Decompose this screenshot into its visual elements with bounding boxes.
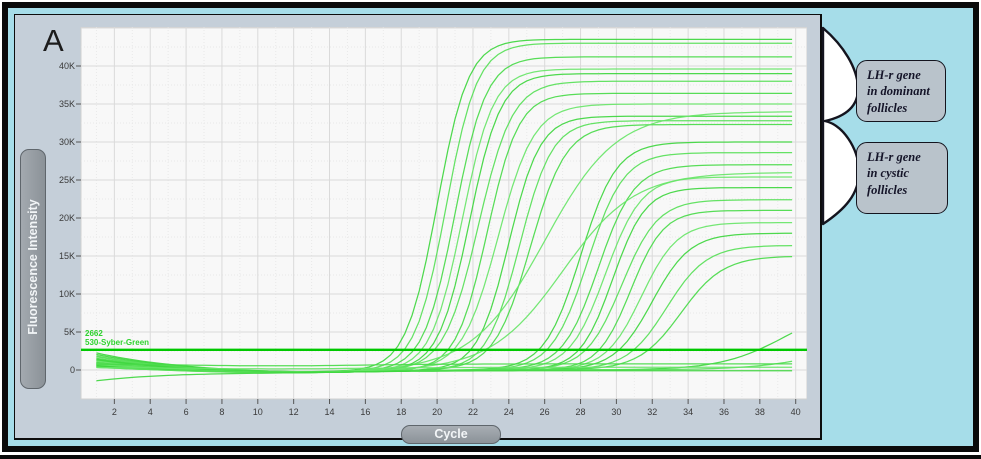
x-tick-label-20: 20: [427, 407, 447, 417]
callout-cystic-follicles: LH-r gene in cystic follicles: [856, 142, 948, 214]
x-tick-label-4: 4: [140, 407, 160, 417]
x-tick-label-36: 36: [714, 407, 734, 417]
x-tick-label-26: 26: [535, 407, 555, 417]
amplification-plot: [67, 27, 807, 407]
y-tick-label-40K: 40K: [47, 61, 75, 71]
threshold-value-label: 2662: [85, 330, 103, 338]
y-tick-label-25K: 25K: [47, 175, 75, 185]
y-tick-label-20K: 20K: [47, 213, 75, 223]
next-panel-top-edge: [0, 455, 981, 459]
callout-dominant-follicles: LH-r gene in dominant follicles: [856, 60, 946, 122]
x-tick-label-40: 40: [786, 407, 806, 417]
x-tick-label-6: 6: [176, 407, 196, 417]
dye-channel-label: 530-Syber-Green: [85, 339, 149, 347]
y-tick-label-15K: 15K: [47, 251, 75, 261]
y-tick-label-0: 0: [47, 365, 75, 375]
x-tick-label-22: 22: [463, 407, 483, 417]
x-tick-label-8: 8: [212, 407, 232, 417]
fluorescence-axis-label: Fluorescence Intensity: [26, 151, 40, 383]
x-tick-label-34: 34: [678, 407, 698, 417]
x-tick-label-2: 2: [104, 407, 124, 417]
cycle-axis-tab: Cycle: [401, 425, 501, 444]
figure-panel-a: A 05K10K15K20K25K30K35K40K 2468101214161…: [0, 0, 981, 459]
x-tick-label-30: 30: [606, 407, 626, 417]
x-tick-label-14: 14: [320, 407, 340, 417]
x-tick-label-10: 10: [248, 407, 268, 417]
y-tick-label-35K: 35K: [47, 99, 75, 109]
x-tick-label-24: 24: [499, 407, 519, 417]
x-tick-label-12: 12: [284, 407, 304, 417]
qpcr-plot-panel: A 05K10K15K20K25K30K35K40K 2468101214161…: [14, 14, 822, 440]
x-tick-label-18: 18: [391, 407, 411, 417]
y-tick-label-5K: 5K: [47, 327, 75, 337]
y-tick-label-10K: 10K: [47, 289, 75, 299]
x-tick-label-32: 32: [642, 407, 662, 417]
y-tick-label-30K: 30K: [47, 137, 75, 147]
fluorescence-axis-tab: Fluorescence Intensity: [20, 149, 46, 389]
x-tick-label-28: 28: [571, 407, 591, 417]
panel-letter-label: A: [43, 23, 65, 59]
outer-frame: A 05K10K15K20K25K30K35K40K 2468101214161…: [2, 2, 979, 452]
x-tick-label-38: 38: [750, 407, 770, 417]
callout-tail-shape: [823, 28, 859, 224]
x-tick-label-16: 16: [355, 407, 375, 417]
